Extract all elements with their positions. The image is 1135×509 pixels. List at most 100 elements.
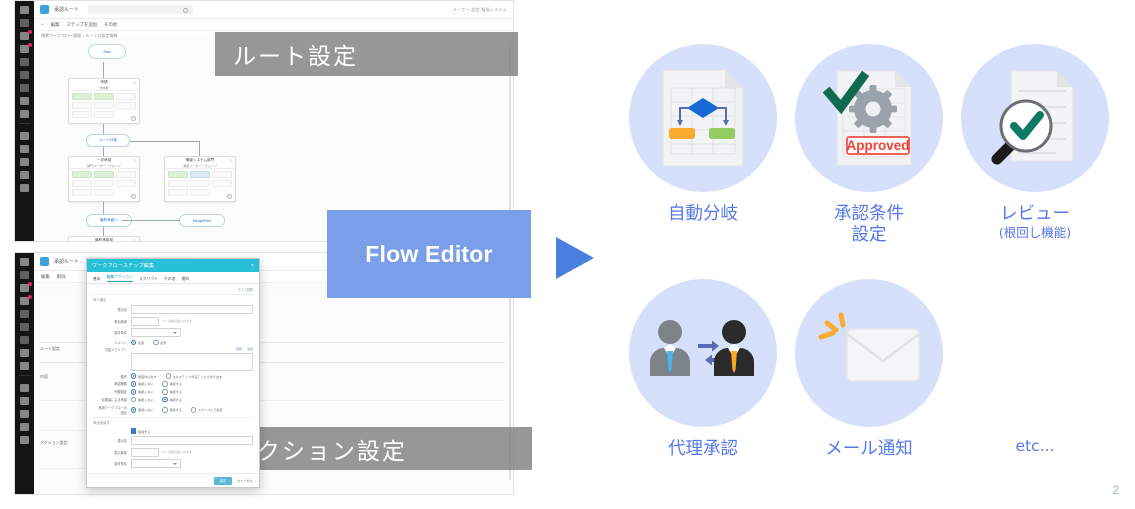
flow-node-chip[interactable]: [189, 171, 211, 178]
option-radio[interactable]: スクリプトで指定: [190, 407, 223, 413]
flow-node-chip[interactable]: [116, 93, 137, 100]
flow-node-chip[interactable]: [167, 180, 188, 187]
rail-icon-home[interactable]: [20, 19, 29, 27]
merge-point-pill[interactable]: MergePoint: [179, 214, 225, 227]
option-radio[interactable]: 使用する: [162, 407, 182, 413]
topbar-account-menu[interactable]: ユーザー 設定 権限システム: [453, 7, 507, 13]
flow-node-chip[interactable]: [93, 171, 115, 178]
close-icon[interactable]: [133, 80, 137, 85]
flow-node-chip[interactable]: [93, 93, 115, 100]
flow-node[interactable]: 最終承認部 全体ユーザー・グループ: [68, 236, 140, 241]
workflow-step-edit-dialog[interactable]: ワークフローステップ編集 × 基本 編集アクション スクリプト その他 通知 す…: [86, 258, 260, 488]
option-radio[interactable]: 承認しない: [131, 397, 153, 403]
comment-radio-required[interactable]: 必須: [153, 339, 166, 345]
rail-icon-megaphone[interactable]: [20, 171, 29, 179]
feature-auto-branch[interactable]: 自動分岐: [620, 44, 786, 247]
start-node[interactable]: Start: [88, 44, 126, 59]
rail-icon-grid[interactable]: [20, 71, 29, 79]
option-radio[interactable]: 承認する: [162, 397, 182, 403]
menu-item-add-step[interactable]: ステップを追加: [66, 22, 97, 28]
app-left-rail[interactable]: [15, 1, 34, 241]
rail-icon-clock[interactable]: [20, 97, 29, 105]
comment-radio-optional[interactable]: 任意: [131, 339, 144, 345]
flow-node[interactable]: 一次承認 部門ユーザー・グループ: [68, 156, 140, 202]
menu-item-delete[interactable]: 削除: [57, 274, 66, 280]
rail-icon-user[interactable]: [20, 362, 29, 370]
use-checkbox[interactable]: 使用する: [131, 428, 150, 434]
feature-approval-condition[interactable]: Approved 承認条件 設定: [786, 44, 952, 247]
flow-node-chip[interactable]: [93, 180, 115, 187]
rail-icon-briefcase[interactable]: [20, 384, 29, 392]
rail-icon-chat[interactable]: [20, 397, 29, 405]
rail-icon-megaphone[interactable]: [20, 423, 29, 431]
option-radio[interactable]: 次のステップが完了したら呼び出す: [165, 373, 222, 379]
display-name-input[interactable]: [131, 305, 253, 314]
reject-display-order-input[interactable]: [131, 447, 159, 457]
option-radio[interactable]: 承認しない: [131, 389, 153, 395]
rail-icon-doc[interactable]: [20, 58, 29, 66]
flow-node-chip[interactable]: [167, 189, 188, 196]
rail-icon-tag[interactable]: [20, 410, 29, 418]
flow-node-chip[interactable]: [71, 111, 92, 118]
dialog-tabs[interactable]: 基本 編集アクション スクリプト その他 通知: [87, 272, 259, 284]
flow-node-chip[interactable]: [189, 180, 211, 187]
flow-node-chip[interactable]: [189, 189, 211, 196]
save-button[interactable]: 保存: [213, 476, 233, 485]
flow-node-chip[interactable]: [212, 171, 233, 178]
flow-node[interactable]: 申請 作成者: [68, 78, 140, 124]
flow-node-chip[interactable]: [116, 102, 137, 109]
reject-condition-select[interactable]: [131, 459, 181, 469]
menu-item-edit[interactable]: 編集: [51, 22, 60, 28]
rail-icon-chart[interactable]: [20, 43, 32, 53]
option-radio[interactable]: 再度呼び出す: [131, 373, 157, 379]
expand-all-link[interactable]: すべて展開: [93, 287, 253, 292]
rail-icon-doc[interactable]: [20, 310, 29, 318]
gear-icon[interactable]: [131, 116, 136, 121]
branch-pill[interactable]: ルート分岐: [86, 134, 130, 147]
rail-icon-flow[interactable]: [20, 282, 32, 292]
flow-node[interactable]: 情報システム部門 承認リーダー・グループ: [164, 156, 236, 202]
flow-node-chip[interactable]: [71, 189, 92, 196]
tab-basic[interactable]: 基本: [93, 277, 101, 282]
tab-script[interactable]: スクリプト: [139, 277, 158, 282]
flow-node-chip[interactable]: [93, 111, 115, 118]
rail-icon-archive[interactable]: [20, 184, 29, 192]
rail-icon-menu[interactable]: [20, 6, 29, 14]
menu-item-add[interactable]: +: [41, 22, 44, 27]
script-add-link[interactable]: 追加: [247, 347, 253, 351]
flow-node-chip[interactable]: [93, 189, 115, 196]
tab-other[interactable]: その他: [164, 277, 175, 282]
rail-icon-star[interactable]: [20, 84, 29, 92]
rail-icon-home[interactable]: [20, 271, 29, 279]
flow-node-chip[interactable]: [71, 102, 92, 109]
app-menubar[interactable]: + 編集 ステップを追加 その他: [34, 19, 513, 31]
tab-notify[interactable]: 通知: [181, 277, 189, 282]
flow-node-chip[interactable]: [116, 180, 137, 187]
flow-node-chip[interactable]: [71, 93, 92, 100]
gear-icon[interactable]: [227, 194, 232, 199]
rail-icon-briefcase[interactable]: [20, 132, 29, 140]
cancel-button[interactable]: キャンセル: [237, 478, 253, 483]
flow-node-chip[interactable]: [212, 180, 233, 187]
menu-item-other[interactable]: その他: [104, 22, 117, 28]
option-radio[interactable]: 使用しない: [131, 407, 153, 413]
rail-icon-user[interactable]: [20, 110, 29, 118]
rail-icon-chart[interactable]: [20, 295, 32, 305]
script-select-link[interactable]: 選択: [236, 347, 242, 351]
approval-condition-select[interactable]: [131, 328, 181, 337]
menu-item-edit[interactable]: 編集: [41, 274, 50, 280]
rail-icon-chat[interactable]: [20, 145, 29, 153]
rail-icon-star[interactable]: [20, 336, 29, 344]
option-radio[interactable]: 承認しない: [131, 381, 153, 387]
feature-review[interactable]: レビュー (根回し機能): [952, 44, 1118, 247]
flow-node-chip[interactable]: [116, 171, 137, 178]
option-radio[interactable]: 承認する: [162, 381, 182, 387]
app-left-rail[interactable]: [15, 253, 34, 494]
flow-node-chip[interactable]: [167, 171, 188, 178]
option-radio[interactable]: 承認する: [162, 389, 182, 395]
script-textarea[interactable]: [131, 352, 253, 371]
display-order-input[interactable]: [131, 316, 159, 326]
gear-icon[interactable]: [131, 194, 136, 199]
rail-icon-grid[interactable]: [20, 323, 29, 331]
close-icon[interactable]: [229, 158, 233, 163]
